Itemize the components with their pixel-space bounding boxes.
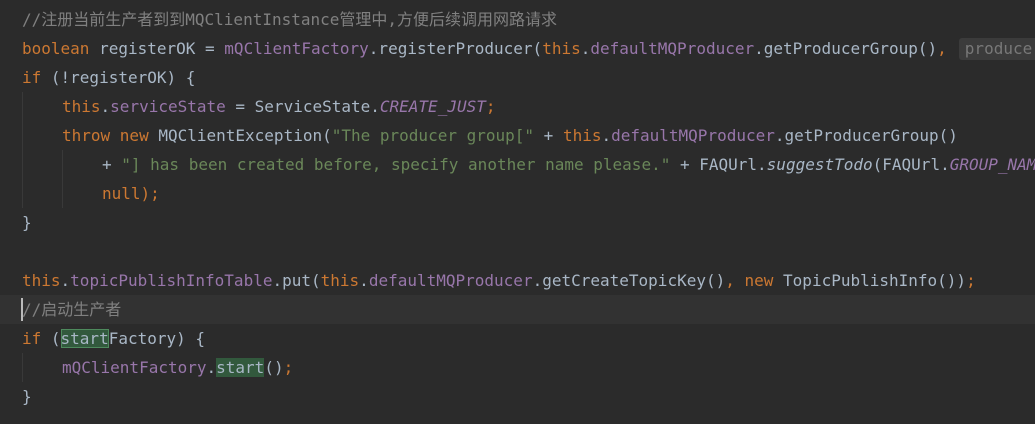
code-token: mQClientFactory <box>62 358 207 377</box>
code-token: (FAQUrl. <box>872 155 950 174</box>
search-highlight: start <box>60 329 109 348</box>
code-token: .getCreateTopicKey() <box>532 271 726 290</box>
code-token: boolean <box>22 39 90 58</box>
indent-guide <box>22 92 23 121</box>
code-text: } <box>22 208 32 237</box>
search-highlight: start <box>216 358 265 377</box>
code-text: + "] has been created before, specify an… <box>102 150 1035 179</box>
indent-guide <box>62 179 63 208</box>
code-token: defaultMQProducer <box>611 126 775 145</box>
code-token: . <box>580 39 591 58</box>
code-token: . <box>601 126 612 145</box>
code-line[interactable]: } <box>0 208 1035 237</box>
code-line[interactable]: boolean registerOK = mQClientFactory.reg… <box>0 34 1035 63</box>
code-token: topicPublishInfoTable <box>70 271 273 290</box>
code-token: MQClientException( <box>148 126 332 145</box>
code-text: null); <box>102 179 160 208</box>
code-text: } <box>22 382 32 411</box>
code-token: TopicPublishInfo()) <box>773 271 967 290</box>
code-token: , <box>937 39 947 58</box>
code-token: ( <box>41 329 61 348</box>
code-token: this <box>562 126 602 145</box>
code-line[interactable]: //注册当前生产者到到MQClientInstance管理中,方便后续调用网路请… <box>0 5 1035 34</box>
code-token: . <box>206 358 217 377</box>
code-text: //注册当前生产者到到MQClientInstance管理中,方便后续调用网路请… <box>22 5 557 34</box>
indent-guide <box>22 121 23 150</box>
code-token: GROUP_NAME_DUPLICATE_URL <box>949 155 1035 174</box>
code-token: //注册当前生产者到到MQClientInstance管理中,方便后续调用网路请… <box>22 10 558 29</box>
code-text: if (!registerOK) { <box>22 63 195 92</box>
code-token: . <box>359 271 369 290</box>
code-token: ); <box>140 184 160 203</box>
code-text: mQClientFactory.start(); <box>62 353 293 382</box>
code-line[interactable]: } <box>0 382 1035 411</box>
indent-guide <box>62 150 63 179</box>
code-line[interactable]: this.serviceState = ServiceState.CREATE_… <box>0 92 1035 121</box>
code-token: this <box>320 271 360 290</box>
code-token: + FAQUrl. <box>670 155 767 174</box>
indent-guide <box>22 150 23 179</box>
text-caret <box>21 298 23 321</box>
code-token: this <box>542 39 581 58</box>
code-token: CREATE_JUST <box>379 97 486 116</box>
code-token: ; <box>283 358 294 377</box>
code-token: defaultMQProducer <box>368 271 533 290</box>
code-text: boolean registerOK = mQClientFactory.reg… <box>22 34 1035 63</box>
code-token: mQClientFactory <box>224 39 369 58</box>
code-token: + <box>534 126 563 145</box>
code-token: throw new <box>62 126 149 145</box>
code-token: } <box>22 387 32 406</box>
code-token: registerOK = <box>89 39 225 58</box>
code-token: this <box>22 271 61 290</box>
code-token: serviceState <box>110 97 226 116</box>
code-line[interactable]: + "] has been created before, specify an… <box>0 150 1035 179</box>
code-editor[interactable]: //注册当前生产者到到MQClientInstance管理中,方便后续调用网路请… <box>0 0 1035 424</box>
code-token: defaultMQProducer <box>590 39 755 58</box>
code-token: , new <box>725 271 774 290</box>
code-text: this.topicPublishInfoTable.put(this.defa… <box>22 266 976 295</box>
code-token: .getProducerGroup() <box>754 39 938 58</box>
code-token: this <box>62 97 101 116</box>
indent-guide <box>22 179 23 208</box>
code-token: + <box>102 155 122 174</box>
code-token: .getProducerGroup() <box>774 126 958 145</box>
code-token: .put( <box>272 271 321 290</box>
code-line[interactable]: //启动生产者 <box>0 295 1035 324</box>
code-token: ; <box>485 97 496 116</box>
code-line[interactable] <box>0 237 1035 266</box>
code-token: (!registerOK) { <box>41 68 196 87</box>
code-text: //启动生产者 <box>22 295 121 324</box>
code-token: //启动生产者 <box>22 300 122 319</box>
code-line[interactable]: null); <box>0 179 1035 208</box>
code-token: "The producer group[" <box>331 126 535 145</box>
code-line[interactable]: mQClientFactory.start(); <box>0 353 1035 382</box>
code-token: suggestTodo <box>766 155 873 174</box>
code-token: Factory) { <box>108 329 206 348</box>
code-token: = ServiceState. <box>225 97 380 116</box>
parameter-hint: producer: <box>958 38 1035 60</box>
indent-guide <box>22 353 23 382</box>
code-line[interactable]: throw new MQClientException("The produce… <box>0 121 1035 150</box>
code-token: if <box>22 68 42 87</box>
code-line[interactable]: this.topicPublishInfoTable.put(this.defa… <box>0 266 1035 295</box>
code-token: () <box>264 358 284 377</box>
code-token: } <box>22 213 32 232</box>
code-line[interactable]: if (startFactory) { <box>0 324 1035 353</box>
code-text: this.serviceState = ServiceState.CREATE_… <box>62 92 496 121</box>
code-token: "] has been created before, specify anot… <box>121 155 671 174</box>
code-token: .registerProducer( <box>368 39 543 58</box>
code-token: ; <box>966 271 976 290</box>
code-text: if (startFactory) { <box>22 324 205 353</box>
code-token: . <box>60 271 71 290</box>
code-token: if <box>22 329 42 348</box>
code-line[interactable]: if (!registerOK) { <box>0 63 1035 92</box>
code-text: throw new MQClientException("The produce… <box>62 121 958 150</box>
code-token: . <box>100 97 111 116</box>
code-token: null <box>102 184 141 203</box>
